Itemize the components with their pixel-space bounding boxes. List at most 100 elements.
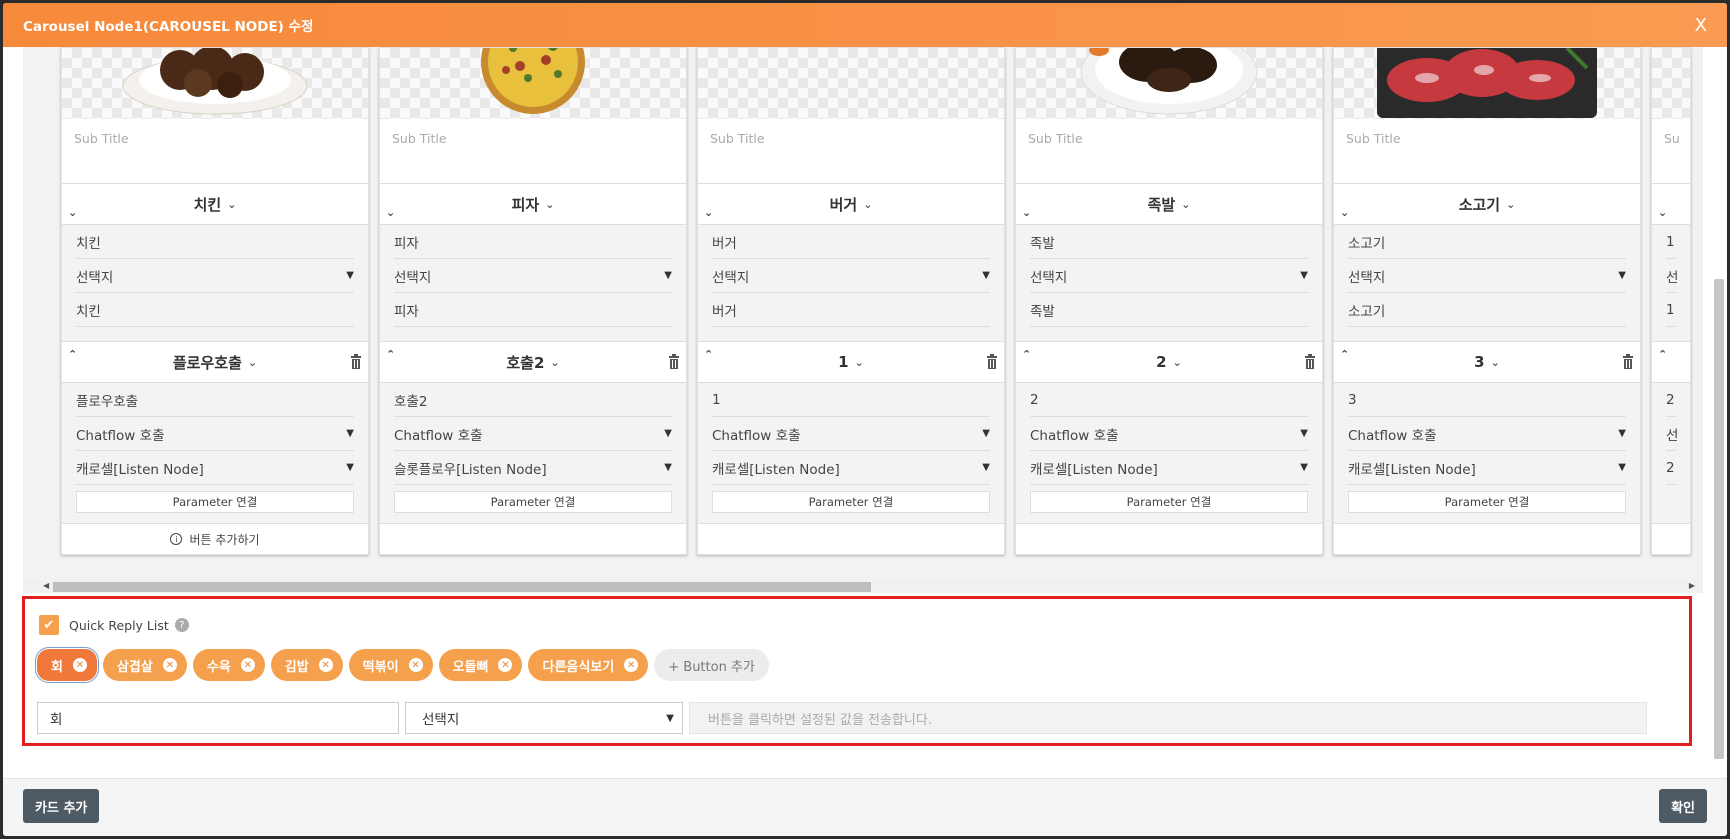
button-type-select[interactable]: 선 — [1666, 417, 1678, 451]
quick-reply-chip[interactable]: 김밥 ✕ — [270, 649, 343, 681]
card-title-header[interactable]: ⌄ 족발 ⌄ — [1016, 184, 1322, 225]
expand-icon[interactable]: ⌃ — [704, 348, 713, 361]
type-select[interactable]: 선택지 ▼ — [1348, 259, 1626, 293]
button-header[interactable]: ⌃ 호출2 ⌄ — [380, 341, 686, 383]
button-type-select[interactable]: Chatflow 호출 ▼ — [76, 417, 354, 451]
button-value-input[interactable]: 플로우호출 — [76, 383, 354, 417]
button-value-input[interactable]: 3 — [1348, 383, 1626, 417]
quick-reply-type-select[interactable]: 선택지 ▼ — [405, 702, 683, 734]
value-input[interactable]: 피자 — [394, 293, 672, 327]
subtitle-input[interactable]: Sub Title — [698, 119, 1004, 184]
subtitle-input[interactable]: Sub Title — [62, 119, 368, 184]
card-title-header[interactable]: ⌄ 피자 ⌄ — [380, 184, 686, 225]
subtitle-input[interactable]: Sub Title — [1334, 119, 1640, 184]
collapse-icon[interactable]: ⌄ — [1022, 206, 1031, 219]
trash-icon[interactable] — [986, 354, 998, 369]
quick-reply-chip[interactable]: 수육 ✕ — [192, 649, 265, 681]
title-value-input[interactable]: 피자 — [394, 225, 672, 259]
quick-reply-chip[interactable]: 오돌뼈 ✕ — [438, 649, 523, 681]
value-input[interactable]: 족발 — [1030, 293, 1308, 327]
card-title-header[interactable]: ⌄ — [1652, 184, 1690, 225]
remove-icon[interactable]: ✕ — [72, 658, 87, 672]
subtitle-input[interactable]: Su — [1652, 119, 1690, 184]
button-value-input[interactable]: 2 — [1030, 383, 1308, 417]
button-target-select[interactable]: 캐로셀[Listen Node] ▼ — [1348, 451, 1626, 485]
title-value-input[interactable]: 1 — [1666, 225, 1676, 259]
card-image[interactable] — [698, 48, 1004, 119]
parameter-link-button[interactable]: Parameter 연결 — [1030, 491, 1308, 513]
button-target-select[interactable]: 캐로셀[Listen Node] ▼ — [76, 451, 354, 485]
vertical-scrollbar[interactable] — [1714, 47, 1724, 779]
chevron-down-icon[interactable]: ⌄ — [545, 198, 554, 211]
button-header[interactable]: ⌃ 1 ⌄ — [698, 341, 1004, 383]
remove-icon[interactable]: ✕ — [318, 658, 333, 672]
add-card-button[interactable]: 카드 추가 — [23, 789, 100, 823]
button-target-select[interactable]: 캐로셀[Listen Node] ▼ — [1030, 451, 1308, 485]
close-icon[interactable]: X — [1695, 15, 1707, 36]
button-header[interactable]: ⌃ 3 ⌄ — [1334, 341, 1640, 383]
chevron-down-icon[interactable]: ⌄ — [1173, 356, 1182, 369]
card-title-header[interactable]: ⌄ 치킨 ⌄ — [62, 184, 368, 225]
card-title-header[interactable]: ⌄ 소고기 ⌄ — [1334, 184, 1640, 225]
value-input[interactable]: 버거 — [712, 293, 990, 327]
vertical-scrollbar-thumb[interactable] — [1714, 279, 1724, 759]
collapse-icon[interactable]: ⌄ — [386, 206, 395, 219]
quick-reply-chip[interactable]: 삼겹살 ✕ — [102, 649, 187, 681]
chevron-down-icon[interactable]: ⌄ — [1506, 198, 1515, 211]
value-input[interactable]: 1 — [1666, 293, 1676, 327]
subtitle-input[interactable]: Sub Title — [1016, 119, 1322, 184]
title-value-input[interactable]: 족발 — [1030, 225, 1308, 259]
parameter-link-button[interactable]: Parameter 연결 — [712, 491, 990, 513]
chevron-down-icon[interactable]: ⌄ — [1491, 356, 1500, 369]
button-target-select[interactable]: 2 — [1666, 451, 1676, 485]
parameter-link-button[interactable]: Parameter 연결 — [394, 491, 672, 513]
remove-icon[interactable]: ✕ — [240, 658, 255, 672]
chevron-down-icon[interactable]: ⌄ — [863, 198, 872, 211]
button-type-select[interactable]: Chatflow 호출 ▼ — [712, 417, 990, 451]
add-button[interactable]: i 버튼 추가하기 — [62, 524, 368, 554]
card-image[interactable] — [62, 48, 368, 119]
quick-reply-chip[interactable]: 회 ✕ — [35, 647, 99, 683]
button-target-select[interactable]: 슬롯플로우[Listen Node] ▼ — [394, 451, 672, 485]
collapse-icon[interactable]: ⌄ — [1340, 206, 1349, 219]
expand-icon[interactable]: ⌃ — [1340, 348, 1349, 361]
expand-icon[interactable]: ⌃ — [68, 348, 77, 361]
trash-icon[interactable] — [1622, 354, 1634, 369]
parameter-link-button[interactable]: Parameter 연결 — [1348, 491, 1626, 513]
card-title-header[interactable]: ⌄ 버거 ⌄ — [698, 184, 1004, 225]
expand-icon[interactable]: ⌃ — [1658, 348, 1667, 361]
trash-icon[interactable] — [1304, 354, 1316, 369]
button-target-select[interactable]: 캐로셀[Listen Node] ▼ — [712, 451, 990, 485]
confirm-button[interactable]: 확인 — [1659, 789, 1707, 823]
remove-icon[interactable]: ✕ — [624, 658, 639, 672]
subtitle-input[interactable]: Sub Title — [380, 119, 686, 184]
button-value-input[interactable]: 1 — [712, 383, 990, 417]
collapse-icon[interactable]: ⌄ — [68, 206, 77, 219]
button-type-select[interactable]: Chatflow 호출 ▼ — [1030, 417, 1308, 451]
value-input[interactable]: 소고기 — [1348, 293, 1626, 327]
quick-reply-checkbox[interactable]: ✔ — [39, 615, 59, 635]
quick-reply-value-input[interactable]: 회 — [37, 702, 399, 734]
button-header[interactable]: ⌃ 플로우호출 ⌄ — [62, 341, 368, 383]
quick-reply-chip[interactable]: 다른음식보기 ✕ — [528, 649, 649, 681]
remove-icon[interactable]: ✕ — [162, 658, 177, 672]
type-select[interactable]: 선택지 ▼ — [76, 259, 354, 293]
card-image[interactable] — [380, 48, 686, 119]
value-input[interactable]: 치킨 — [76, 293, 354, 327]
button-header[interactable]: ⌃ 2 ⌄ — [1016, 341, 1322, 383]
trash-icon[interactable] — [350, 354, 362, 369]
button-type-select[interactable]: Chatflow 호출 ▼ — [394, 417, 672, 451]
chevron-down-icon[interactable]: ⌄ — [855, 356, 864, 369]
add-quick-reply-button[interactable]: + Button 추가 — [654, 649, 769, 681]
chevron-down-icon[interactable]: ⌄ — [1181, 198, 1190, 211]
card-image[interactable] — [1334, 48, 1640, 119]
card-image[interactable] — [1016, 48, 1322, 119]
quick-reply-chip[interactable]: 떡볶이 ✕ — [348, 649, 433, 681]
scrollbar-thumb[interactable] — [53, 582, 871, 592]
button-value-input[interactable]: 2 — [1666, 383, 1676, 417]
help-icon[interactable]: ? — [174, 618, 189, 632]
type-select[interactable]: 선 — [1666, 259, 1678, 293]
horizontal-scrollbar[interactable]: ◀ ▶ — [23, 581, 1703, 593]
title-value-input[interactable]: 버거 — [712, 225, 990, 259]
button-value-input[interactable]: 호출2 — [394, 383, 672, 417]
